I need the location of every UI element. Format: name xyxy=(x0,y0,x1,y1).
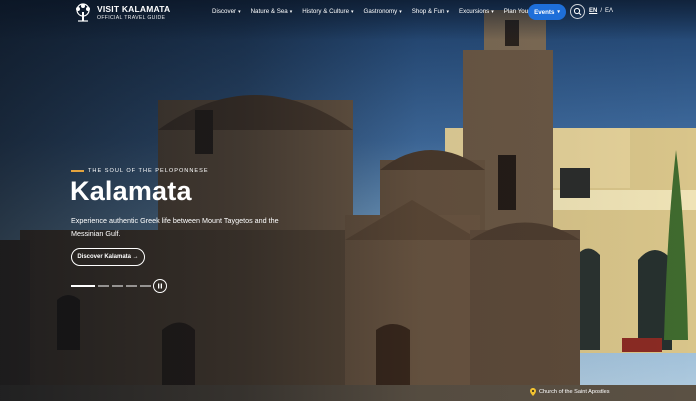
site-header: VISIT KALAMATA OFFICIAL TRAVEL GUIDE Dis… xyxy=(0,0,696,26)
site-logo[interactable]: VISIT KALAMATA OFFICIAL TRAVEL GUIDE xyxy=(72,2,170,24)
eyebrow-accent-line xyxy=(71,170,84,172)
location-pin-icon xyxy=(530,388,536,396)
nav-item-label: Discover xyxy=(212,8,237,15)
pause-icon xyxy=(158,283,162,289)
caption-text: Church of the Saint Apostles xyxy=(539,389,610,395)
chevron-down-icon: ▾ xyxy=(557,9,560,15)
nav-item-gastronomy[interactable]: Gastronomy ▾ xyxy=(364,8,402,15)
cta-label: Discover Kalamata → xyxy=(77,254,139,260)
lang-el-link[interactable]: ΕΛ xyxy=(605,8,613,14)
slider-dot-3[interactable] xyxy=(112,285,123,287)
brand-title: VISIT KALAMATA xyxy=(97,4,171,15)
slider-pagination xyxy=(71,285,151,287)
nav-item-excursions[interactable]: Excursions ▾ xyxy=(459,8,494,15)
search-icon xyxy=(573,7,582,16)
nav-item-label: Shop & Fun xyxy=(411,8,445,15)
slider-dot-1[interactable] xyxy=(71,285,95,287)
chevron-down-icon: ▾ xyxy=(446,9,449,15)
photo-caption: Church of the Saint Apostles xyxy=(530,388,610,396)
events-button[interactable]: Events ▾ xyxy=(528,4,566,20)
nav-item-label: Excursions xyxy=(458,8,490,15)
lang-en-link[interactable]: EN xyxy=(589,8,597,14)
slider-dot-5[interactable] xyxy=(140,285,151,287)
chevron-down-icon: ▾ xyxy=(351,9,354,15)
search-button[interactable] xyxy=(570,4,585,19)
brand-subtitle: OFFICIAL TRAVEL GUIDE xyxy=(97,14,166,21)
language-switcher: EN / ΕΛ xyxy=(589,8,613,14)
slider-dot-2[interactable] xyxy=(98,285,109,287)
nav-item-label: History & Culture xyxy=(302,8,350,15)
lang-separator: / xyxy=(600,8,603,14)
eyebrow-text: THE SOUL OF THE PELOPONNESE xyxy=(88,168,209,174)
nav-item-history-culture[interactable]: History & Culture ▾ xyxy=(302,8,353,15)
events-button-label: Events xyxy=(534,8,555,16)
slider-dot-4[interactable] xyxy=(126,285,137,287)
chevron-down-icon: ▾ xyxy=(289,9,293,15)
chevron-down-icon: ▾ xyxy=(399,9,402,15)
slider-pause-button[interactable] xyxy=(153,279,167,293)
nav-item-nature-sea[interactable]: Nature & Sea ▾ xyxy=(251,8,293,15)
nav-item-label: Nature & Sea xyxy=(250,8,288,15)
chevron-down-icon: ▾ xyxy=(491,9,494,15)
hero-eyebrow: THE SOUL OF THE PELOPONNESE xyxy=(71,168,209,174)
nav-item-shop-fun[interactable]: Shop & Fun ▾ xyxy=(412,8,449,15)
hero-description: Experience authentic Greek life between … xyxy=(71,216,279,238)
main-nav: Discover ▾ Nature & Sea ▾ History & Cultur… xyxy=(212,8,559,15)
nav-item-discover[interactable]: Discover ▾ xyxy=(212,8,241,15)
discover-kalamata-button[interactable]: Discover Kalamata → xyxy=(71,248,145,266)
chevron-down-icon: ▾ xyxy=(238,9,241,15)
nav-item-label: Gastronomy xyxy=(363,8,398,15)
hero-title: Kalamata xyxy=(70,176,192,206)
tree-logo-icon xyxy=(76,3,90,22)
